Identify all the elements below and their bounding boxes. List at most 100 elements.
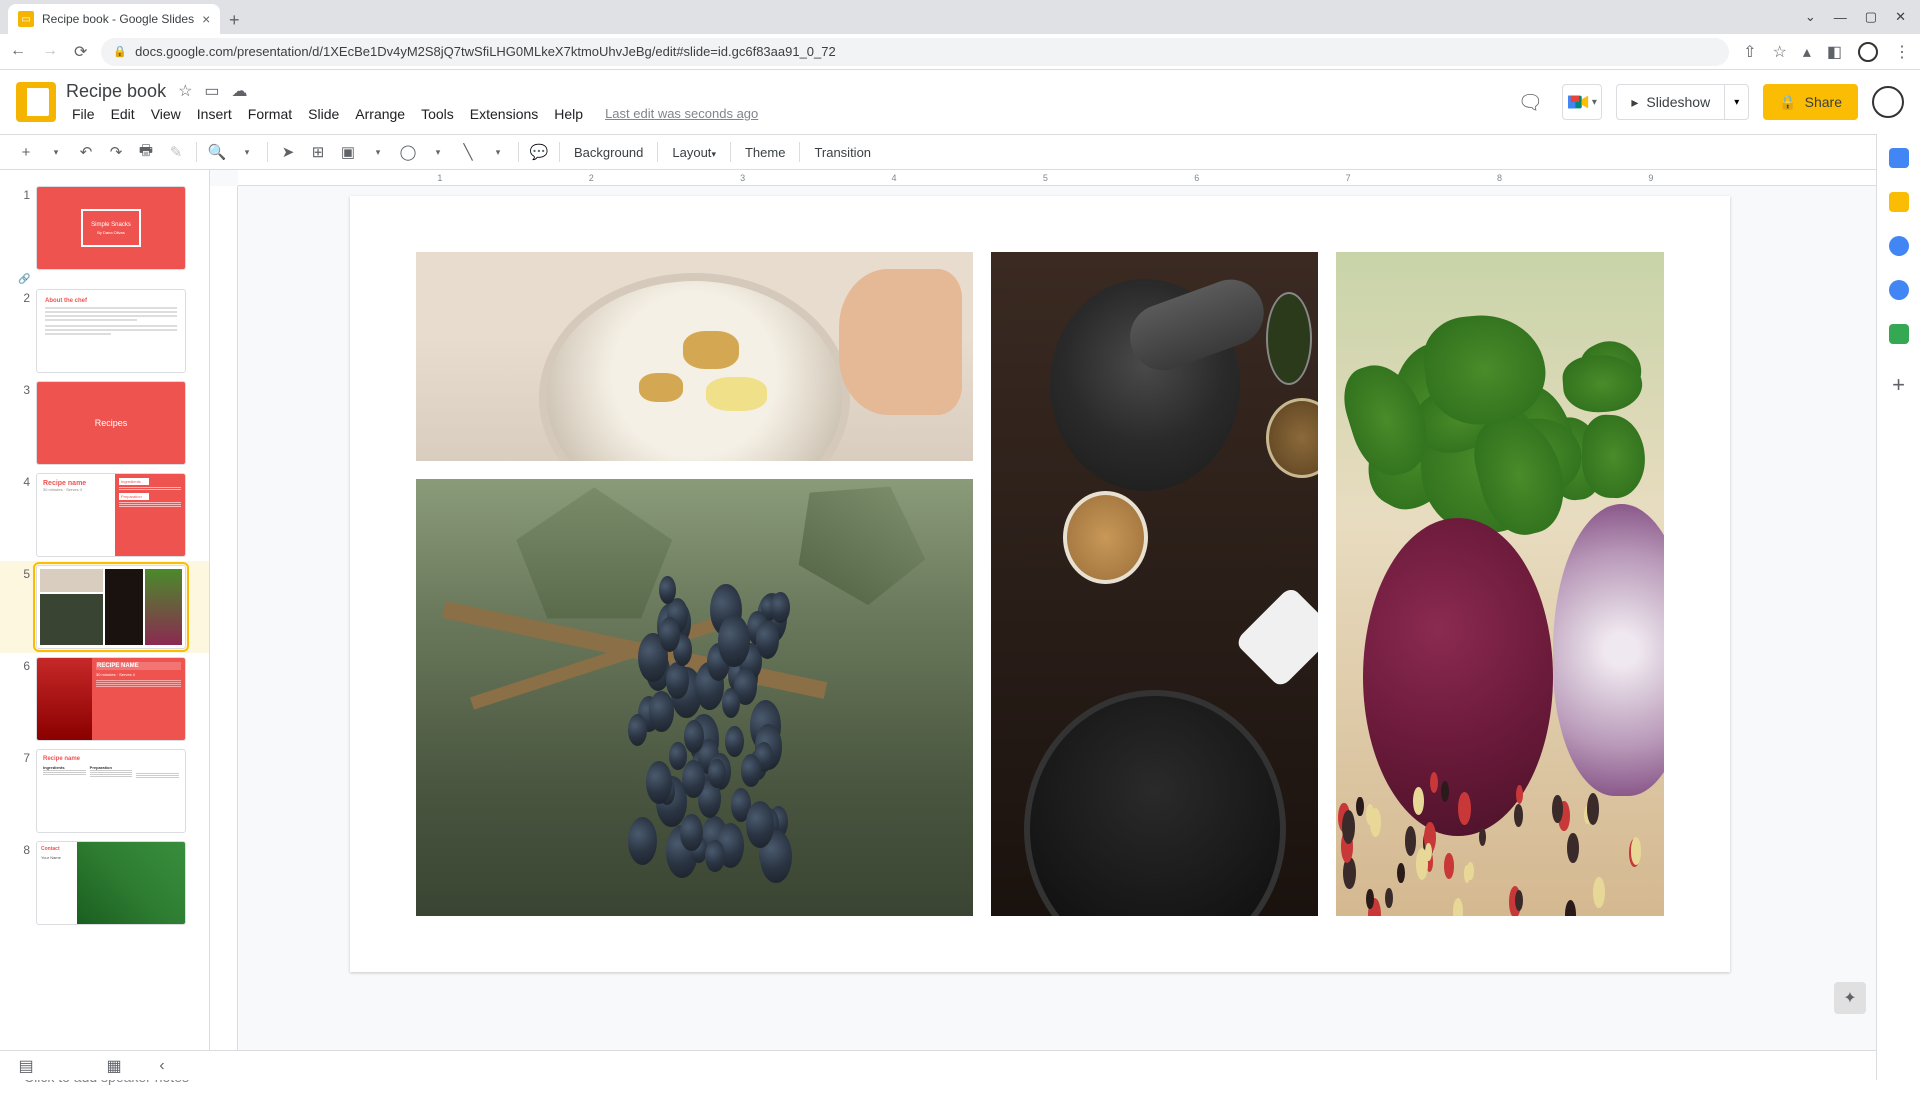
main-area: 1 Simple SnacksBy Dana Olivas 🔗 2 About …	[0, 170, 1920, 1050]
slideshow-button[interactable]: ▸ Slideshow	[1616, 84, 1725, 120]
menu-file[interactable]: File	[66, 104, 101, 124]
menu-insert[interactable]: Insert	[191, 104, 238, 124]
menu-help[interactable]: Help	[548, 104, 589, 124]
minimize-icon[interactable]: —	[1834, 10, 1847, 25]
url-field[interactable]: 🔒 docs.google.com/presentation/d/1XEcBe1…	[101, 38, 1729, 66]
menu-edit[interactable]: Edit	[105, 104, 141, 124]
slide-image-spices[interactable]	[991, 252, 1319, 916]
canvas-area[interactable]: 1 2 3 4 5 6 7 8 9	[210, 170, 1920, 1050]
slide-thumb-2[interactable]: About the chef	[36, 289, 186, 373]
slides-logo[interactable]	[16, 82, 56, 122]
shape-dropdown[interactable]: ▾	[424, 138, 452, 166]
profile-avatar-small[interactable]	[1858, 42, 1878, 62]
install-icon[interactable]: ⇧	[1743, 42, 1756, 62]
maps-icon[interactable]	[1889, 324, 1909, 344]
slide-thumb-4[interactable]: Recipe name30 minutes · Serves 4 Ingredi…	[36, 473, 186, 557]
cloud-status-icon[interactable]: ☁	[232, 81, 248, 101]
collapse-filmstrip-icon[interactable]: ›	[148, 1054, 176, 1078]
menu-arrange[interactable]: Arrange	[349, 104, 411, 124]
separator	[196, 142, 197, 162]
document-title[interactable]: Recipe book	[66, 81, 166, 102]
thumb-row: 4 Recipe name30 minutes · Serves 4 Ingre…	[0, 469, 209, 561]
slide-image-grapes[interactable]	[416, 479, 973, 916]
grid-view-icon[interactable]: ▦	[100, 1054, 128, 1078]
browser-tab[interactable]: ▭ Recipe book - Google Slides ×	[8, 4, 220, 34]
extension-icon[interactable]: ▴	[1803, 42, 1811, 62]
slide-thumb-5[interactable]	[36, 565, 186, 649]
tasks-icon[interactable]	[1889, 236, 1909, 256]
transition-button[interactable]: Transition	[806, 145, 879, 160]
last-edit-link[interactable]: Last edit was seconds ago	[599, 104, 764, 123]
kebab-menu-icon[interactable]: ⋮	[1894, 42, 1910, 62]
thumb-title: Recipe name	[43, 756, 179, 762]
reload-icon[interactable]: ⟳	[74, 42, 87, 62]
star-doc-icon[interactable]: ☆	[178, 81, 192, 101]
keep-icon[interactable]	[1889, 192, 1909, 212]
share-label: Share	[1805, 94, 1842, 110]
line-tool[interactable]: ╲	[454, 138, 482, 166]
image-dropdown[interactable]: ▾	[364, 138, 392, 166]
thumb-number: 5	[18, 565, 30, 581]
slide-thumb-6[interactable]: RECIPE NAME30 minutes · Serves 4	[36, 657, 186, 741]
slide-content	[416, 252, 1664, 916]
menu-tools[interactable]: Tools	[415, 104, 460, 124]
theme-button[interactable]: Theme	[737, 145, 793, 160]
contacts-icon[interactable]	[1889, 280, 1909, 300]
explore-button[interactable]: ✦	[1834, 982, 1866, 1014]
new-tab-button[interactable]: +	[220, 6, 248, 34]
slideshow-dropdown[interactable]: ▾	[1725, 84, 1749, 120]
star-icon[interactable]: ☆	[1773, 42, 1787, 62]
maximize-icon[interactable]: ▢	[1865, 9, 1877, 25]
slide-thumb-1[interactable]: Simple SnacksBy Dana Olivas	[36, 186, 186, 270]
browser-tab-strip: ▭ Recipe book - Google Slides × + ⌄ — ▢ …	[0, 0, 1920, 34]
close-tab-icon[interactable]: ×	[202, 11, 210, 27]
sidepanel-icon[interactable]: ◧	[1827, 42, 1842, 62]
slide-image-tea[interactable]	[416, 252, 973, 461]
add-addon-icon[interactable]: +	[1892, 372, 1905, 398]
menu-format[interactable]: Format	[242, 104, 298, 124]
header-right: 🗨 ▾ ▸ Slideshow ▾ 🔒 Share	[1512, 84, 1904, 120]
line-dropdown[interactable]: ▾	[484, 138, 512, 166]
image-tool[interactable]: ▣	[334, 138, 362, 166]
select-tool[interactable]: ➤	[274, 138, 302, 166]
comment-history-icon[interactable]: 🗨	[1512, 84, 1548, 120]
slide-thumb-8[interactable]: ContactYour Name	[36, 841, 186, 925]
filmstrip-view-icon[interactable]: ▤	[12, 1054, 40, 1078]
undo-button[interactable]: ↶	[72, 138, 100, 166]
bottom-bar: ▤ ▦ ›	[0, 1050, 1876, 1080]
menu-extensions[interactable]: Extensions	[464, 104, 544, 124]
back-icon[interactable]: ←	[10, 42, 26, 62]
new-slide-button[interactable]: +	[12, 138, 40, 166]
filmstrip[interactable]: 1 Simple SnacksBy Dana Olivas 🔗 2 About …	[0, 170, 210, 1050]
calendar-icon[interactable]	[1889, 148, 1909, 168]
new-slide-dropdown[interactable]: ▾	[42, 138, 70, 166]
slide-canvas[interactable]	[350, 196, 1730, 972]
paint-format-button[interactable]: ✎	[162, 138, 190, 166]
address-bar: ← → ⟳ 🔒 docs.google.com/presentation/d/1…	[0, 34, 1920, 70]
share-button[interactable]: 🔒 Share	[1763, 84, 1858, 120]
slide-thumb-7[interactable]: Recipe name Ingredients Preparation	[36, 749, 186, 833]
comment-button[interactable]: 💬	[525, 138, 553, 166]
layout-button[interactable]: Layout▾	[664, 145, 724, 160]
account-avatar[interactable]	[1872, 86, 1904, 118]
move-doc-icon[interactable]: ▭	[204, 81, 219, 101]
menu-slide[interactable]: Slide	[302, 104, 345, 124]
zoom-button[interactable]: 🔍	[203, 138, 231, 166]
shape-tool[interactable]: ◯	[394, 138, 422, 166]
slide-thumb-3[interactable]: Recipes	[36, 381, 186, 465]
redo-button[interactable]: ↷	[102, 138, 130, 166]
forward-icon[interactable]: →	[42, 42, 58, 62]
thumb-row: 2 About the chef	[0, 285, 209, 377]
close-window-icon[interactable]: ✕	[1895, 9, 1906, 25]
print-button[interactable]: 🖶	[132, 138, 160, 166]
zoom-dropdown[interactable]: ▾	[233, 138, 261, 166]
meet-button[interactable]: ▾	[1562, 84, 1602, 120]
textbox-tool[interactable]: ⊞	[304, 138, 332, 166]
thumb-subtitle: By Dana Olivas	[97, 230, 125, 235]
menu-view[interactable]: View	[145, 104, 187, 124]
background-button[interactable]: Background	[566, 145, 651, 160]
slide-image-onion[interactable]	[1336, 252, 1664, 916]
thumb-number: 3	[18, 381, 30, 397]
chevron-down-icon: ▾	[1734, 97, 1739, 108]
chevron-down-icon[interactable]: ⌄	[1805, 9, 1816, 25]
